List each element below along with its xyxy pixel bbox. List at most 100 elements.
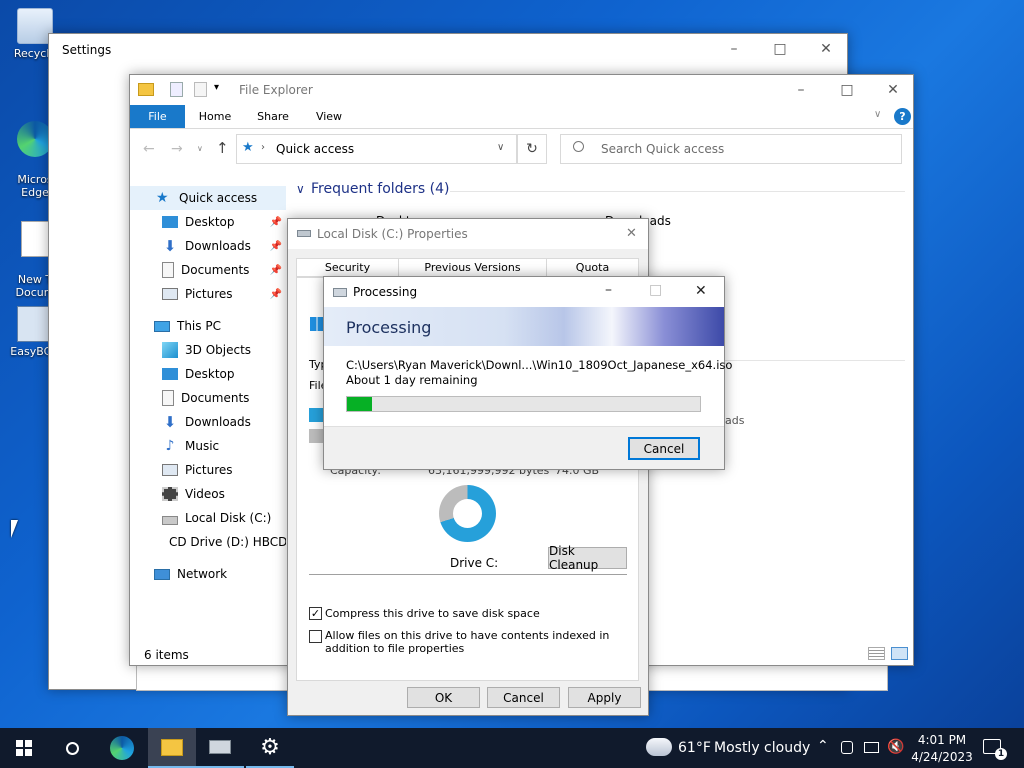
sidebar-item-quick-access[interactable]: ★ Quick access	[130, 186, 286, 210]
taskbar-edge-button[interactable]	[98, 728, 146, 768]
minimize-button[interactable]: –	[711, 34, 757, 64]
forward-arrow-icon[interactable]: →	[171, 141, 183, 157]
sidebar-item-local-disk[interactable]: Local Disk (C:)	[130, 506, 286, 530]
minimize-button[interactable]: –	[778, 75, 824, 105]
ribbon-tab-file[interactable]: File	[130, 105, 185, 128]
sidebar-item-downloads[interactable]: ⬇ Downloads 📌	[130, 234, 286, 258]
progress-fill	[347, 397, 372, 411]
taskbar-drive-tool-button[interactable]	[196, 728, 244, 768]
expand-ribbon-icon[interactable]: ∨	[874, 109, 881, 120]
ribbon-tab-home[interactable]: Home	[192, 105, 238, 128]
compress-checkbox[interactable]: ✓	[309, 607, 322, 620]
sidebar-item-this-pc[interactable]: This PC	[130, 314, 286, 338]
maximize-button[interactable]: □	[824, 75, 870, 105]
maximize-button[interactable]: □	[757, 34, 803, 64]
pin-icon: 📌	[269, 240, 282, 252]
close-button[interactable]: ✕	[626, 226, 637, 241]
taskbar: ⚙ 61°F Mostly cloudy ⌃ 🔇 4:01 PM 4/24/20…	[0, 728, 1024, 768]
minimize-button[interactable]: –	[605, 282, 612, 298]
recent-locations-icon[interactable]: ∨	[197, 144, 203, 153]
sidebar-item-3d-objects[interactable]: 3D Objects	[130, 338, 286, 362]
weather-description[interactable]: Mostly cloudy	[714, 740, 810, 756]
address-dropdown-icon[interactable]: ∨	[497, 142, 504, 153]
sidebar-item-pc-pictures[interactable]: Pictures	[130, 458, 286, 482]
sidebar-item-documents[interactable]: Documents 📌	[130, 258, 286, 282]
start-button[interactable]	[0, 728, 48, 768]
section-header[interactable]: Frequent folders (4)	[311, 181, 450, 197]
index-checkbox[interactable]	[309, 630, 322, 643]
address-bar[interactable]: ★ › Quick access ∨	[236, 134, 517, 164]
sidebar-item-videos[interactable]: Videos	[130, 482, 286, 506]
window-title: Local Disk (C:) Properties	[317, 227, 468, 241]
help-icon[interactable]: ?	[894, 108, 911, 125]
sidebar-item-label: Documents	[181, 263, 250, 277]
sidebar-item-label: Pictures	[185, 287, 233, 301]
weather-cloud-icon	[646, 738, 672, 756]
sidebar-item-pc-downloads[interactable]: ⬇ Downloads	[130, 410, 286, 434]
tab-security[interactable]: Security	[296, 258, 399, 277]
sidebar-item-network[interactable]: Network	[130, 562, 286, 586]
window-title: File Explorer	[239, 83, 313, 97]
sidebar-item-cd-drive[interactable]: CD Drive (D:) HBCD	[130, 530, 286, 554]
search-button[interactable]	[48, 728, 96, 768]
ok-button[interactable]: OK	[407, 687, 480, 708]
clock-time[interactable]: 4:01 PM	[916, 733, 968, 747]
desktop-folder-icon	[162, 216, 178, 228]
disk-cleanup-button[interactable]: Disk Cleanup	[548, 544, 627, 572]
sidebar-item-label: Downloads	[185, 415, 251, 429]
back-arrow-icon[interactable]: ←	[143, 141, 155, 157]
folder-icon	[138, 83, 154, 96]
customize-toolbar-icon[interactable]: ▾	[214, 82, 219, 93]
processing-header: Processing	[346, 318, 432, 337]
ribbon-tab-view[interactable]: View	[306, 105, 352, 128]
weather-temp[interactable]: 61°F	[678, 740, 711, 756]
taskbar-settings-button[interactable]: ⚙	[246, 728, 294, 768]
explorer-titlebar: ▾ File Explorer – □ ✕	[130, 75, 913, 105]
maximize-button[interactable]: □	[649, 282, 662, 298]
close-button[interactable]: ✕	[870, 75, 916, 105]
pictures-icon	[162, 288, 178, 300]
show-hidden-icons-chevron-icon[interactable]: ⌃	[817, 738, 829, 754]
sidebar-item-pc-documents[interactable]: Documents	[130, 386, 286, 410]
details-view-icon[interactable]	[868, 647, 885, 660]
address-text: Quick access	[276, 142, 355, 156]
sidebar-item-pc-desktop[interactable]: Desktop	[130, 362, 286, 386]
apply-button[interactable]: Apply	[568, 687, 641, 708]
breadcrumb-chevron-icon: ›	[261, 142, 265, 153]
search-box[interactable]: Search Quick access	[560, 134, 902, 164]
large-icons-view-icon[interactable]	[891, 647, 908, 660]
volume-muted-icon[interactable]: 🔇	[887, 739, 904, 755]
clock-date[interactable]: 4/24/2023	[910, 750, 974, 764]
downloads-arrow-icon: ⬇	[163, 413, 177, 431]
3d-objects-cube-icon	[162, 342, 178, 358]
close-button[interactable]: ✕	[695, 283, 707, 299]
sidebar-item-pictures[interactable]: Pictures 📌	[130, 282, 286, 306]
text-document-icon	[21, 221, 49, 257]
processing-time-remaining: About 1 day remaining	[346, 373, 478, 387]
this-pc-monitor-icon	[154, 320, 170, 332]
refresh-button[interactable]: ↻	[517, 134, 547, 164]
processing-cancel-button[interactable]: Cancel	[628, 437, 700, 460]
cancel-button[interactable]: Cancel	[487, 687, 560, 708]
ribbon-tab-share[interactable]: Share	[250, 105, 296, 128]
tab-quota[interactable]: Quota	[546, 258, 639, 277]
up-arrow-icon[interactable]: ↑	[216, 139, 229, 157]
desktop-folder-icon	[162, 368, 178, 380]
sidebar-item-label: Videos	[185, 487, 225, 501]
tab-previous-versions[interactable]: Previous Versions	[398, 258, 547, 277]
status-bar-text: 6 items	[144, 648, 189, 662]
processing-icon	[333, 288, 347, 297]
pictures-icon	[162, 464, 178, 476]
gear-icon: ⚙	[260, 734, 280, 760]
keyboard-tray-icon[interactable]	[864, 742, 879, 753]
sidebar-item-label: Network	[177, 567, 228, 581]
network-tray-icon[interactable]	[841, 741, 853, 754]
music-note-icon: ♪	[165, 438, 175, 454]
sidebar-item-desktop[interactable]: Desktop 📌	[130, 210, 286, 234]
sidebar-item-label: Pictures	[185, 463, 233, 477]
close-button[interactable]: ✕	[803, 34, 849, 64]
properties-titlebar: Local Disk (C:) Properties ✕	[288, 219, 648, 249]
taskbar-file-explorer-button[interactable]	[148, 728, 196, 768]
collapse-group-chevron-icon[interactable]: ∨	[296, 182, 305, 196]
sidebar-item-music[interactable]: ♪ Music	[130, 434, 286, 458]
